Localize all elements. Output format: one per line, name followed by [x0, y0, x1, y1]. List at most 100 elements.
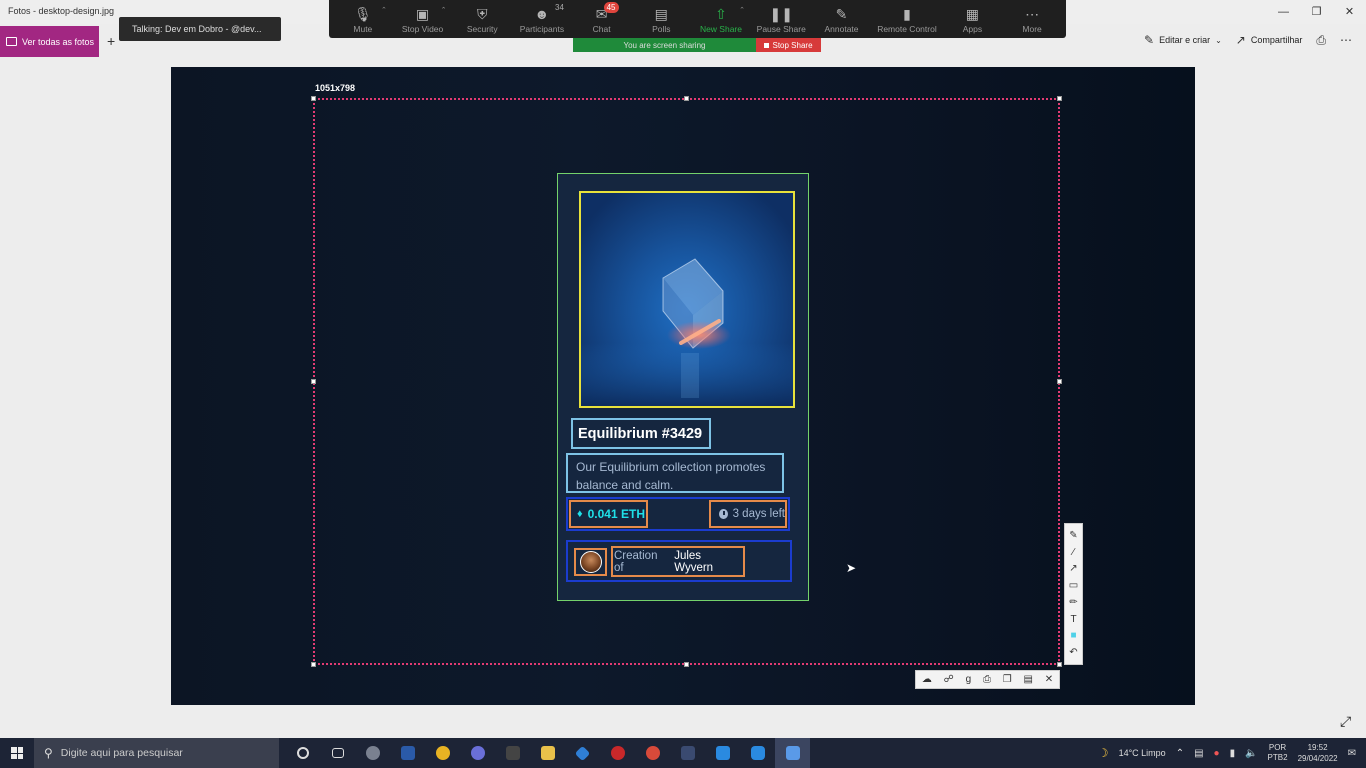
file-explorer-icon[interactable] — [530, 738, 565, 768]
apps-icon: ▦ — [965, 6, 980, 22]
language-indicator[interactable]: POR PTB2 — [1268, 743, 1288, 763]
resize-handle[interactable] — [684, 96, 689, 101]
pencil-icon[interactable]: ✎ — [1069, 530, 1077, 541]
nft-card: Equilibrium #3429 Our Equilibrium collec… — [557, 173, 809, 601]
edit-create-button[interactable]: ✎ Editar e criar ⌄ — [1144, 33, 1222, 47]
sharing-status: You are screen sharing — [573, 38, 756, 52]
clock[interactable]: 19:52 29/04/2022 — [1298, 742, 1338, 764]
task-view-icon[interactable] — [320, 738, 355, 768]
photos-actions: ✎ Editar e criar ⌄ ↗ Compartilhar ⎙ ⋯ — [1144, 24, 1366, 56]
zoom-polls-button[interactable]: ▤ Polls — [637, 0, 685, 38]
add-button[interactable]: + — [107, 33, 115, 49]
microphone-icon[interactable]: ▮ — [1230, 748, 1236, 759]
zoom-more-button[interactable]: ⋯ More — [1008, 0, 1056, 38]
search-google-icon[interactable]: g — [966, 674, 972, 685]
participants-count: 34 — [555, 3, 564, 12]
resize-handle[interactable] — [311, 379, 316, 384]
arrow-icon[interactable]: ↗ — [1069, 563, 1077, 574]
zoom-security-button[interactable]: ⛨ Security — [458, 0, 506, 38]
photo-viewer: 1051x798 Equilibrium #3429 Our Equilibri… — [171, 67, 1195, 705]
save-icon[interactable]: ▤ — [1023, 674, 1032, 685]
video-camera-icon: ▣ — [415, 6, 430, 22]
zoom-chat-button[interactable]: ✉ 45 Chat — [578, 0, 626, 38]
more-options-icon[interactable]: ⋯ — [1340, 33, 1352, 47]
zoom-apps-button[interactable]: ▦ Apps — [948, 0, 996, 38]
polls-icon: ▤ — [654, 6, 668, 22]
weather-text[interactable]: 14°C Limpo — [1119, 748, 1166, 758]
close-icon[interactable]: ✕ — [1045, 674, 1053, 685]
minimize-button[interactable]: — — [1267, 0, 1300, 24]
discord-icon[interactable] — [460, 738, 495, 768]
date: 29/04/2022 — [1297, 754, 1338, 763]
terminal-icon[interactable] — [495, 738, 530, 768]
chevron-down-icon[interactable]: ⌃ — [381, 6, 387, 14]
microphone-icon: 🎙 — [353, 6, 372, 22]
powershell-icon[interactable] — [390, 738, 425, 768]
security-label: Security — [466, 24, 498, 34]
close-window-button[interactable]: ✕ — [1333, 0, 1366, 24]
recorder-icon[interactable] — [600, 738, 635, 768]
view-all-photos-button[interactable]: Ver todas as fotos — [0, 26, 99, 57]
upload-cloud-icon[interactable]: ☁ — [922, 674, 932, 685]
eth-price: 0.041 ETH — [587, 507, 645, 521]
taskbar-search[interactable]: ⚲ Digite aqui para pesquisar — [34, 738, 279, 768]
edit-create-label: Editar e criar — [1159, 35, 1211, 45]
share-screen-icon: ⇧ — [715, 6, 727, 22]
restore-button[interactable]: ❐ — [1300, 0, 1333, 24]
sourcetree-icon[interactable] — [565, 738, 600, 768]
share-button[interactable]: ↗ Compartilhar — [1236, 33, 1303, 47]
weather-icon: ☽ — [1097, 746, 1109, 760]
color-picker-icon[interactable]: ■ — [1070, 630, 1076, 641]
remote-control-label: Remote Control — [877, 24, 937, 34]
zoom-remote-control-button[interactable]: ▮ Remote Control — [877, 0, 937, 38]
speaker-icon[interactable]: 🔈 — [1245, 748, 1257, 759]
photos-icon — [6, 37, 17, 46]
rectangle-icon[interactable]: ▭ — [1069, 580, 1078, 591]
photos-app-icon[interactable] — [775, 738, 810, 768]
vscode-icon[interactable] — [705, 738, 740, 768]
zoom-mute-button[interactable]: 🎙 ⌃ Mute — [339, 0, 387, 38]
start-button[interactable] — [0, 738, 34, 768]
resize-handle[interactable] — [311, 96, 316, 101]
stop-share-button[interactable]: Stop Share — [756, 38, 821, 52]
app-icon[interactable] — [670, 738, 705, 768]
line-icon[interactable]: ∕ — [1073, 547, 1075, 558]
chevron-down-icon[interactable]: ⌃ — [441, 6, 447, 14]
resize-handle[interactable] — [684, 662, 689, 667]
chevron-down-icon[interactable]: ⌃ — [739, 6, 745, 14]
zoom-annotate-button[interactable]: ✎ Annotate — [818, 0, 866, 38]
text-icon[interactable]: T — [1070, 614, 1076, 625]
resize-handle[interactable] — [1057, 96, 1062, 101]
copy-icon[interactable]: ❐ — [1003, 674, 1012, 685]
snip-action-toolbar: ☁ ☍ g ⎙ ❐ ▤ ✕ — [915, 670, 1060, 689]
network-icon[interactable]: ▤ — [1194, 748, 1203, 759]
undo-icon[interactable]: ↶ — [1069, 647, 1077, 658]
print-icon[interactable]: ⎙ — [983, 674, 991, 685]
zoom-new-share-button[interactable]: ⇧ ⌃ New Share — [697, 0, 745, 38]
steam-icon[interactable] — [355, 738, 390, 768]
pause-icon: ❚❚ — [769, 6, 793, 22]
app-tray-icon[interactable]: ● — [1214, 748, 1220, 759]
resize-handle[interactable] — [311, 662, 316, 667]
marker-icon[interactable]: ✏ — [1069, 597, 1077, 608]
price-row: ♦ 0.041 ETH 3 days left — [566, 497, 790, 531]
resize-handle[interactable] — [1057, 662, 1062, 667]
chrome-alt-icon[interactable] — [635, 738, 670, 768]
notifications-icon[interactable]: ✉ — [1348, 748, 1356, 759]
zoom-icon[interactable] — [740, 738, 775, 768]
zoom-stop-video-button[interactable]: ▣ ⌃ Stop Video — [399, 0, 447, 38]
taskbar-apps — [285, 738, 810, 768]
fullscreen-icon[interactable]: ⤢ — [1340, 713, 1351, 730]
zoom-participants-button[interactable]: ☻ 34 Participants — [518, 0, 566, 38]
chrome-icon[interactable] — [425, 738, 460, 768]
author-box: Creation of Jules Wyvern — [611, 546, 745, 577]
share-icon[interactable]: ☍ — [944, 674, 954, 685]
card-description-box: Our Equilibrium collection promotes bala… — [566, 453, 784, 493]
new-share-label: New Share — [699, 24, 742, 34]
mouse-cursor-icon: ➤ — [846, 561, 857, 575]
resize-handle[interactable] — [1057, 379, 1062, 384]
print-icon[interactable]: ⎙ — [1316, 33, 1326, 48]
cortana-icon[interactable] — [285, 738, 320, 768]
zoom-pause-share-button[interactable]: ❚❚ Pause Share — [757, 0, 806, 38]
chevron-up-icon[interactable]: ⌃ — [1176, 748, 1184, 759]
